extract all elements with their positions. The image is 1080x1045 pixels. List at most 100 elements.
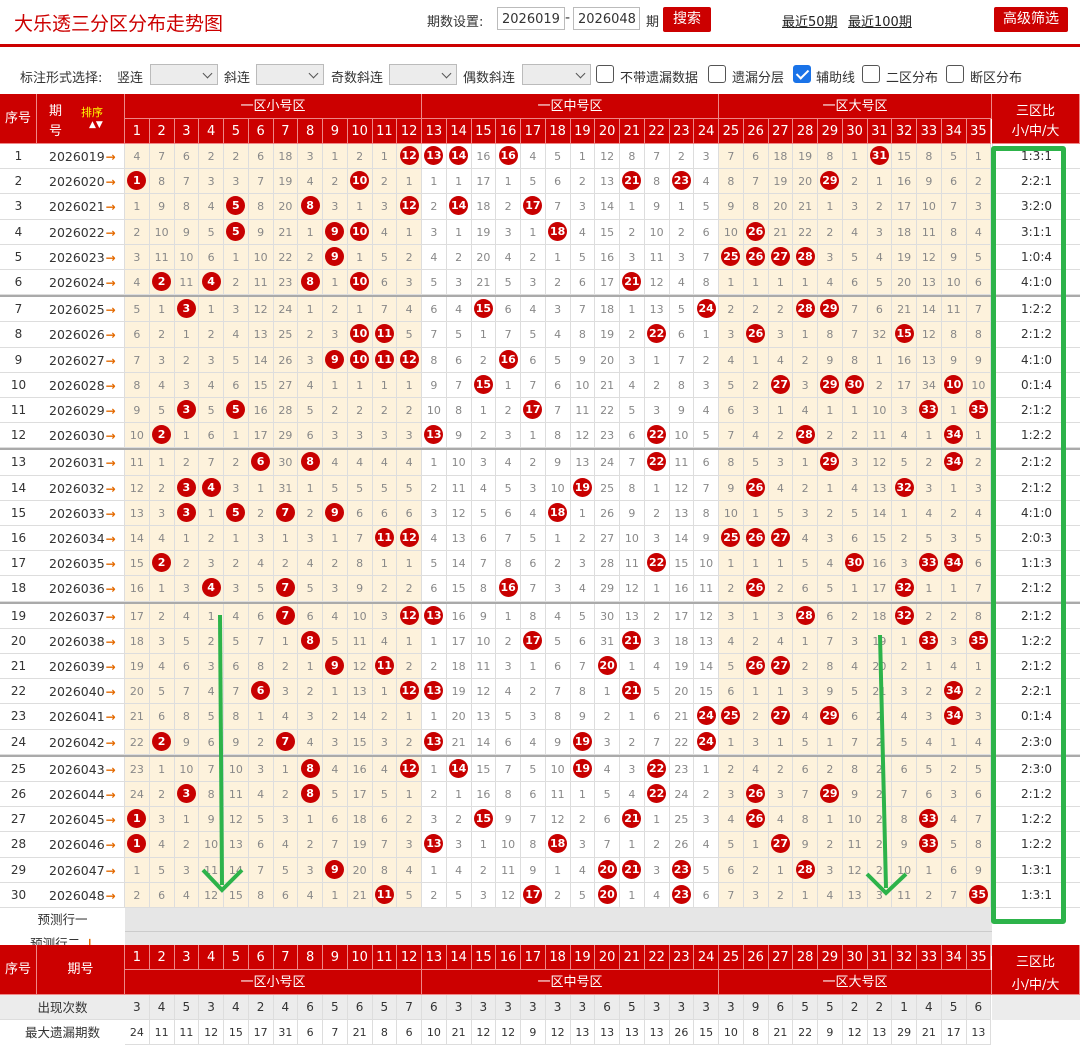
drawn-number-ball: 21: [622, 859, 642, 879]
table-cell: 1: [570, 144, 596, 170]
table-cell: 5: [248, 807, 274, 833]
table-cell: 2: [174, 832, 200, 858]
table-cell: 5: [521, 169, 546, 195]
table-cell: 2: [372, 169, 398, 195]
table-cell: 7: [521, 372, 546, 398]
drawn-number-ball: 26: [746, 221, 766, 241]
table-cell: 1: [248, 704, 274, 730]
period-arrow-icon[interactable]: →: [106, 328, 116, 342]
period-arrow-icon[interactable]: →: [106, 610, 116, 624]
table-cell: 21: [793, 194, 818, 220]
period-arrow-icon[interactable]: →: [106, 838, 116, 852]
table-cell: 3: [323, 729, 348, 755]
table-cell: 8: [644, 169, 670, 195]
max-missing-cell: 13: [595, 1020, 620, 1045]
period-arrow-icon[interactable]: →: [106, 251, 116, 265]
max-missing-cell: 8: [743, 1020, 769, 1045]
vertical-select[interactable]: [150, 64, 218, 85]
table-cell: 7: [644, 729, 670, 755]
table-cell: 15: [892, 322, 917, 348]
table-cell: 9: [545, 450, 571, 476]
search-button[interactable]: 搜索: [663, 7, 711, 32]
row-period: 2026023→: [37, 244, 125, 270]
period-arrow-icon[interactable]: →: [106, 813, 116, 827]
period-arrow-icon[interactable]: →: [106, 582, 116, 596]
table-cell: 8: [694, 270, 719, 296]
table-cell: 6: [521, 551, 546, 577]
table-cell: 3: [719, 782, 744, 808]
period-arrow-icon[interactable]: →: [106, 175, 116, 189]
mark-label: 标注形式选择:: [20, 71, 103, 86]
advanced-filter-button[interactable]: 高级筛选: [994, 7, 1068, 32]
even-diagonal-select[interactable]: [522, 64, 591, 85]
zone2-checkbox[interactable]: [862, 65, 880, 83]
row-seq: 6: [0, 270, 37, 296]
max-missing-cell: 10: [719, 1020, 744, 1045]
recent-50-link[interactable]: 最近50期: [782, 11, 838, 30]
table-cell: 7: [545, 194, 571, 220]
table-cell: 2: [545, 551, 571, 577]
number-header-6: 6: [248, 119, 274, 144]
period-arrow-icon[interactable]: →: [106, 150, 116, 164]
period-arrow-icon[interactable]: →: [106, 226, 116, 240]
table-cell: 8: [818, 144, 843, 170]
period-arrow-icon[interactable]: →: [106, 200, 116, 214]
row-period: 2026028→: [37, 372, 125, 398]
period-arrow-icon[interactable]: →: [106, 456, 116, 470]
period-arrow-icon[interactable]: →: [106, 889, 116, 903]
period-arrow-icon[interactable]: →: [106, 354, 116, 368]
period-arrow-icon[interactable]: →: [106, 557, 116, 571]
table-cell: 2: [397, 729, 422, 755]
period-arrow-icon[interactable]: →: [106, 788, 116, 802]
aux-line-checkbox[interactable]: [793, 65, 811, 83]
period-arrow-icon[interactable]: →: [106, 685, 116, 699]
table-cell: 4: [620, 372, 645, 398]
period-arrow-icon[interactable]: →: [106, 864, 116, 878]
odd-diagonal-select[interactable]: [389, 64, 457, 85]
period-arrow-icon[interactable]: →: [106, 710, 116, 724]
period-arrow-icon[interactable]: →: [106, 507, 116, 521]
break-zone-checkbox[interactable]: [946, 65, 964, 83]
table-cell: 5: [224, 194, 249, 220]
table-cell: 2: [496, 398, 521, 424]
period-to-input[interactable]: 2026048: [573, 7, 640, 30]
no-missing-checkbox[interactable]: [596, 65, 614, 83]
drawn-number-ball: 22: [647, 324, 667, 344]
period-arrow-icon[interactable]: →: [106, 429, 116, 443]
table-cell: 10: [694, 551, 719, 577]
period-arrow-icon[interactable]: →: [106, 303, 116, 317]
table-cell: 3: [224, 169, 249, 195]
appear-count-cell: 1: [892, 995, 917, 1020]
row-seq: 27: [0, 807, 37, 833]
recent-100-link[interactable]: 最近100期: [848, 11, 912, 30]
table-cell: 1: [768, 857, 794, 883]
appear-count-cell: 3: [545, 995, 571, 1020]
sort-arrows-icon[interactable]: ▲▼: [89, 120, 103, 130]
diagonal-select[interactable]: [256, 64, 324, 85]
period-arrow-icon[interactable]: →: [106, 660, 116, 674]
period-arrow-icon[interactable]: →: [106, 276, 116, 290]
period-arrow-icon[interactable]: →: [106, 404, 116, 418]
period-arrow-icon[interactable]: →: [106, 379, 116, 393]
table-cell: 12: [397, 679, 422, 705]
sort-link[interactable]: 排序: [81, 104, 103, 120]
period-arrow-icon[interactable]: →: [106, 482, 116, 496]
table-cell: 2: [298, 832, 323, 858]
period-arrow-icon[interactable]: →: [106, 736, 116, 750]
row-seq: 17: [0, 551, 37, 577]
table-cell: 1: [941, 576, 967, 602]
table-cell: 21: [620, 628, 645, 654]
period-arrow-icon[interactable]: →: [106, 635, 116, 649]
number-header-27: 27: [768, 119, 794, 144]
table-cell: 35: [966, 882, 992, 908]
period-arrow-icon[interactable]: →: [106, 532, 116, 546]
drawn-number-ball: 2: [152, 731, 172, 751]
period-arrow-icon[interactable]: →: [106, 763, 116, 777]
table-cell: 2: [917, 450, 942, 476]
missing-layers-checkbox[interactable]: [708, 65, 726, 83]
period-from-input[interactable]: 2026019: [497, 7, 565, 30]
appear-count-ratio-cell: [992, 995, 1080, 1020]
table-cell: 3: [224, 475, 249, 501]
table-cell: 1: [422, 169, 447, 195]
predict-row-1-cells[interactable]: [125, 908, 992, 932]
